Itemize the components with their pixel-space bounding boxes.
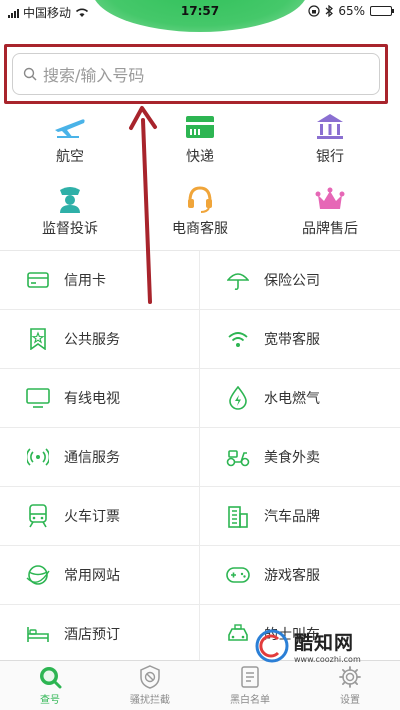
category-label: 快递 xyxy=(186,149,214,165)
list-item-telecom[interactable]: 通信服务 xyxy=(0,428,200,486)
list-item-label: 常用网站 xyxy=(64,568,120,584)
status-right: 65% xyxy=(308,4,394,18)
search-input[interactable]: 搜索/输入号码 xyxy=(12,53,380,95)
list-row: 信用卡 保险公司 xyxy=(0,251,400,310)
list-item-credit-card[interactable]: 信用卡 xyxy=(0,251,200,309)
list-item-label: 有线电视 xyxy=(64,391,120,407)
watermark-url: www.coozhi.com xyxy=(294,655,361,664)
list-row: 火车订票 汽车品牌 xyxy=(0,487,400,546)
list-item-public-service[interactable]: 公共服务 xyxy=(0,310,200,368)
list-item-hotel[interactable]: 酒店预订 xyxy=(0,605,200,660)
category-supervision[interactable]: 监督投诉 xyxy=(10,184,130,238)
list-row: 通信服务 美食外卖 xyxy=(0,428,400,487)
list-item-label: 酒店预订 xyxy=(64,627,120,643)
tab-label: 查号 xyxy=(40,695,60,706)
scooter-icon xyxy=(226,450,250,467)
tab-label: 设置 xyxy=(340,695,360,706)
category-label: 航空 xyxy=(56,149,84,165)
list-item-car-brand[interactable]: 汽车品牌 xyxy=(200,487,400,545)
globe-icon xyxy=(26,565,50,585)
list-row: 公共服务 宽带客服 xyxy=(0,310,400,369)
train-icon xyxy=(29,504,47,528)
category-ecommerce[interactable]: 电商客服 xyxy=(140,184,260,238)
airplane-icon xyxy=(55,119,85,138)
list-item-label: 保险公司 xyxy=(264,273,320,289)
top-category-grid: 航空 快递 银行 监督投诉 电商客服 品牌售后 xyxy=(0,106,400,250)
list-item-label: 通信服务 xyxy=(64,450,120,466)
list-item-label: 公共服务 xyxy=(64,332,120,348)
battery-icon xyxy=(370,6,394,16)
search-tab-icon xyxy=(40,667,62,689)
signal-tower-icon xyxy=(27,448,49,466)
category-label: 电商客服 xyxy=(172,221,228,237)
list-item-broadband[interactable]: 宽带客服 xyxy=(200,310,400,368)
battery-percent: 65% xyxy=(338,4,365,18)
list-item-label: 信用卡 xyxy=(64,273,106,289)
list-item-label: 汽车品牌 xyxy=(264,509,320,525)
tab-lookup[interactable]: 查号 xyxy=(0,661,100,710)
list-row: 常用网站 游戏客服 xyxy=(0,546,400,605)
umbrella-icon xyxy=(227,273,249,291)
list-item-label: 火车订票 xyxy=(64,509,120,525)
bluetooth-icon xyxy=(325,5,334,17)
category-brand-service[interactable]: 品牌售后 xyxy=(270,184,390,238)
category-bank[interactable]: 银行 xyxy=(270,112,390,166)
watermark: 酷知网 www.coozhi.com xyxy=(254,622,394,670)
list-item-train[interactable]: 火车订票 xyxy=(0,487,200,545)
crown-icon xyxy=(315,187,345,209)
shield-block-icon xyxy=(140,665,160,689)
tv-icon xyxy=(26,388,50,408)
list-row: 有线电视 水电燃气 xyxy=(0,369,400,428)
tab-harassment-block[interactable]: 骚扰拦截 xyxy=(100,661,200,710)
list-item-label: 水电燃气 xyxy=(264,391,320,407)
search-icon xyxy=(23,67,37,81)
list-item-utilities[interactable]: 水电燃气 xyxy=(200,369,400,427)
search-highlight-box: 搜索/输入号码 xyxy=(4,44,388,104)
list-item-food-delivery[interactable]: 美食外卖 xyxy=(200,428,400,486)
list-item-game-service[interactable]: 游戏客服 xyxy=(200,546,400,604)
building-icon xyxy=(228,506,248,528)
bank-icon xyxy=(317,114,343,139)
wifi-icon xyxy=(228,332,248,347)
status-bar: 中国移动 17:57 65% xyxy=(0,0,400,32)
tab-label: 黑白名单 xyxy=(230,695,270,706)
bed-icon xyxy=(27,627,49,642)
category-airline[interactable]: 航空 xyxy=(10,112,130,166)
gamepad-icon xyxy=(226,567,250,583)
list-item-insurance[interactable]: 保险公司 xyxy=(200,251,400,309)
star-bookmark-icon xyxy=(30,328,46,350)
category-express[interactable]: 快递 xyxy=(140,112,260,166)
water-drop-icon xyxy=(229,386,247,410)
police-icon xyxy=(60,187,80,213)
search-placeholder: 搜索/输入号码 xyxy=(43,66,145,85)
orientation-lock-icon xyxy=(308,5,320,17)
taxi-icon xyxy=(228,624,248,641)
list-item-label: 游戏客服 xyxy=(264,568,320,584)
list-item-label: 美食外卖 xyxy=(264,450,320,466)
list-item-label: 宽带客服 xyxy=(264,332,320,348)
category-label: 监督投诉 xyxy=(42,221,98,237)
delivery-icon xyxy=(186,116,214,138)
watermark-title: 酷知网 xyxy=(294,632,355,654)
headset-icon xyxy=(188,186,212,213)
credit-card-icon xyxy=(27,272,49,288)
category-list: 信用卡 保险公司 公共服务 宽带客服 有线电视 水电燃气 通信服务 美食外卖 火… xyxy=(0,250,400,660)
list-item-cable-tv[interactable]: 有线电视 xyxy=(0,369,200,427)
watermark-logo-icon xyxy=(255,629,289,663)
list-item-websites[interactable]: 常用网站 xyxy=(0,546,200,604)
category-label: 银行 xyxy=(316,149,344,165)
tab-label: 骚扰拦截 xyxy=(130,695,170,706)
category-label: 品牌售后 xyxy=(302,221,358,237)
